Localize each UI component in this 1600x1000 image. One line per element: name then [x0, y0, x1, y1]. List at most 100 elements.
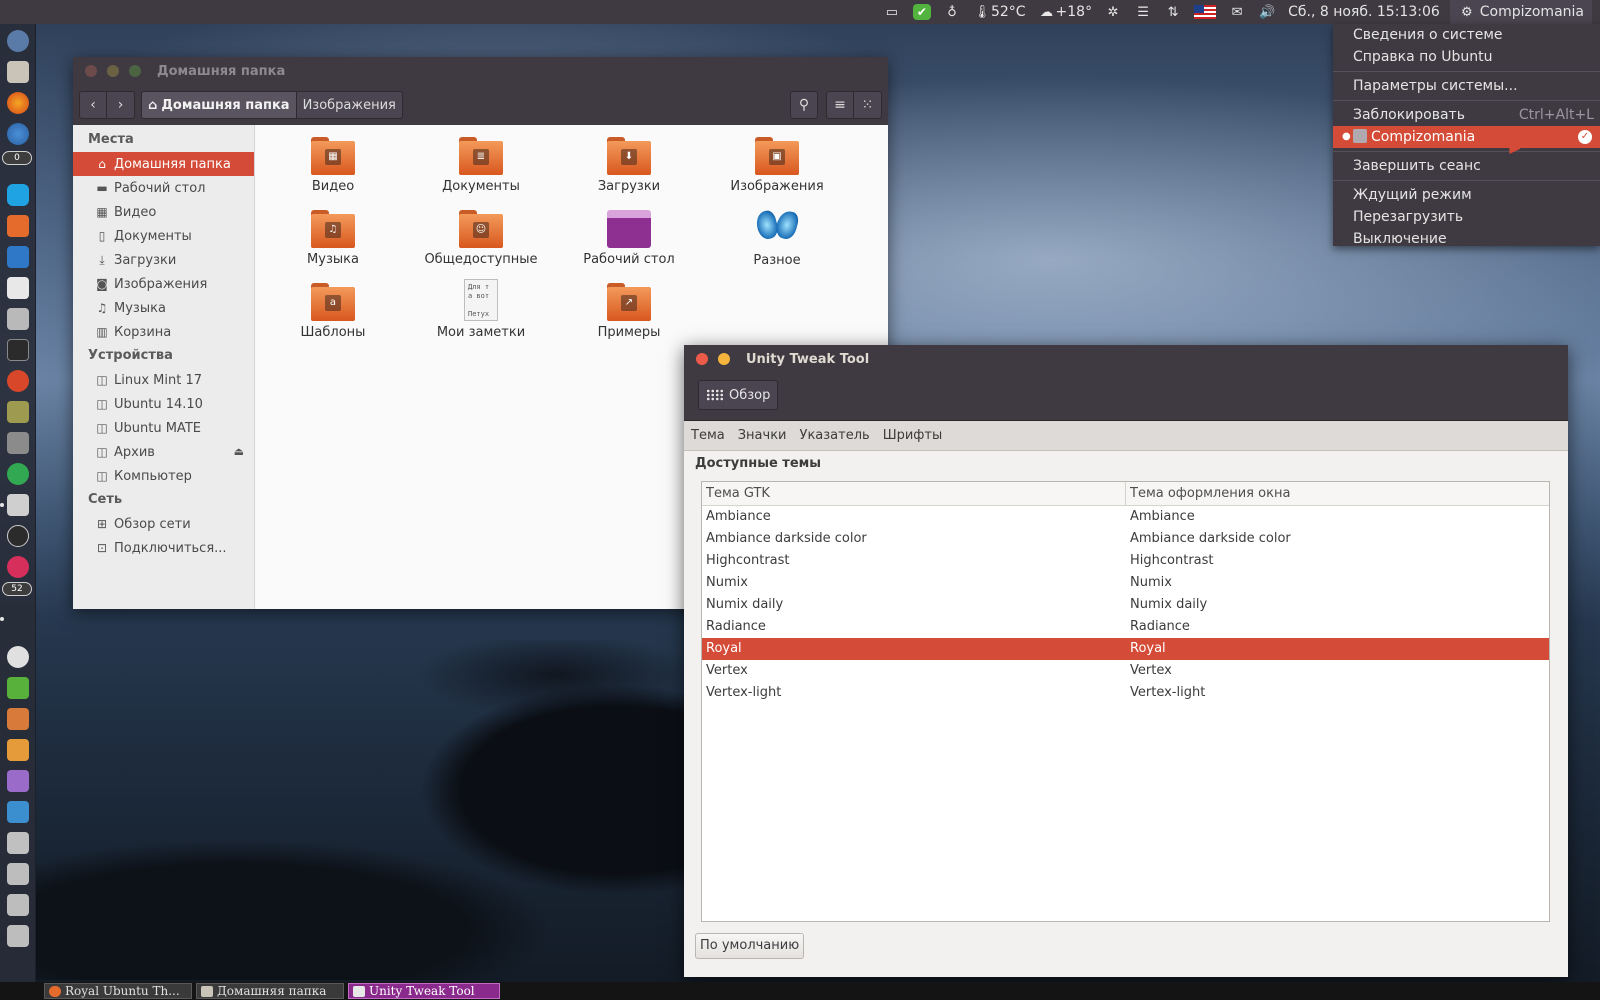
column-header-gtk[interactable]: Тема GTK	[702, 482, 1126, 505]
menu-item-logout[interactable]: Завершить сеанс	[1333, 155, 1600, 177]
file-item-desktop[interactable]: Рабочий стол	[564, 210, 694, 267]
table-row[interactable]: Ambiance darkside color Ambiance darkside…	[702, 528, 1549, 550]
window-titlebar[interactable]: Unity Tweak Tool	[684, 345, 1568, 373]
clock[interactable]: Сб., 8 нояб. 15:13:06	[1288, 4, 1440, 20]
sidebar-item-connect-server[interactable]: ⊡ Подключиться...	[73, 536, 254, 560]
tab-theme[interactable]: Тема	[691, 428, 725, 443]
session-menu-button[interactable]: ⚙ Compizomania	[1449, 0, 1592, 24]
browser-app-icon[interactable]	[7, 646, 29, 668]
table-row[interactable]: Numix daily Numix daily	[702, 594, 1549, 616]
sync-app-icon[interactable]	[7, 463, 29, 485]
sidebar-item-device[interactable]: ◫ Linux Mint 17	[73, 368, 254, 392]
sidebar-item-music[interactable]: ♫ Музыка	[73, 296, 254, 320]
sidebar-item-trash[interactable]: ▥ Корзина	[73, 320, 254, 344]
dash-home-icon[interactable]	[7, 30, 29, 52]
file-item-misc[interactable]: Разное	[712, 207, 842, 268]
sidebar-item-device[interactable]: ◫ Компьютер	[73, 464, 254, 488]
table-row-selected[interactable]: Royal Royal	[702, 638, 1549, 660]
maximize-button[interactable]	[129, 65, 141, 77]
green-app-icon[interactable]	[7, 677, 29, 699]
screenshot-icon[interactable]	[7, 308, 29, 330]
software-center-icon[interactable]	[7, 215, 29, 237]
menu-item-user-compizomania[interactable]: ● Compizomania ✓	[1333, 126, 1600, 148]
file-item-music[interactable]: ♫ Музыка	[268, 210, 398, 267]
sidebar-item-device[interactable]: ◫ Ubuntu MATE	[73, 416, 254, 440]
close-button[interactable]	[85, 65, 97, 77]
volume-icon[interactable]: 🔊	[1258, 4, 1276, 20]
sidebar-item-videos[interactable]: ▦ Видео	[73, 200, 254, 224]
task-button-browser[interactable]: Royal Ubuntu Th...	[44, 983, 192, 999]
image-viewer-icon[interactable]: ▭	[883, 4, 901, 20]
file-item-templates[interactable]: a Шаблоны	[268, 283, 398, 340]
window-titlebar[interactable]: Домашняя папка	[73, 57, 888, 85]
sidebar-item-browse-network[interactable]: ⊞ Обзор сети	[73, 512, 254, 536]
overview-button[interactable]: Обзор	[698, 380, 779, 410]
check-badge-icon[interactable]: ✔	[912, 4, 931, 20]
file-item-downloads[interactable]: ⬇ Загрузки	[564, 137, 694, 194]
breadcrumb-pictures[interactable]: Изображения	[296, 91, 403, 119]
menu-item-ubuntu-help[interactable]: Справка по Ubuntu	[1333, 46, 1600, 68]
menu-item-shutdown[interactable]: Выключение	[1333, 228, 1600, 250]
package-app-icon[interactable]	[7, 739, 29, 761]
updown-arrows-icon[interactable]: ⇅	[1164, 4, 1182, 20]
thunderbird-icon[interactable]	[7, 246, 29, 268]
eject-icon[interactable]: ⏏	[234, 440, 244, 464]
menu-item-system-info[interactable]: Сведения о системе	[1333, 24, 1600, 46]
sidebar-item-home[interactable]: ⌂ Домашняя папка	[73, 152, 254, 176]
grid-view-button[interactable]: ⁙	[854, 91, 882, 119]
sidebar-item-pictures[interactable]: ◙ Изображения	[73, 272, 254, 296]
menu-item-restart[interactable]: Перезагрузить	[1333, 206, 1600, 228]
archive-manager-icon[interactable]	[7, 401, 29, 423]
office-app-icon[interactable]	[7, 494, 29, 516]
menu-item-suspend[interactable]: Ждущий режим	[1333, 184, 1600, 206]
sidebar-item-documents[interactable]: ▯ Документы	[73, 224, 254, 248]
search-button[interactable]: ⚲	[790, 91, 818, 119]
media-player-icon[interactable]	[7, 556, 29, 578]
update-manager-icon[interactable]	[7, 525, 29, 547]
install-app-icon[interactable]	[7, 832, 29, 854]
file-item-videos[interactable]: ▦ Видео	[268, 137, 398, 194]
list-view-button[interactable]: ≡	[826, 91, 854, 119]
menu-item-system-settings[interactable]: Параметры системы...	[1333, 75, 1600, 97]
files-icon[interactable]	[7, 61, 29, 83]
sidebar-item-desktop[interactable]: ▬ Рабочий стол	[73, 176, 254, 200]
close-button[interactable]	[696, 353, 708, 365]
table-row[interactable]: Vertex Vertex	[702, 660, 1549, 682]
mail-icon[interactable]: ✉	[1228, 4, 1246, 20]
terminal-icon[interactable]	[7, 339, 29, 361]
minimize-button[interactable]	[107, 65, 119, 77]
back-button[interactable]: ‹	[79, 91, 107, 119]
image-viewer-app-icon[interactable]	[7, 432, 29, 454]
task-button-files[interactable]: Домашняя папка	[196, 983, 344, 999]
menu-item-lock[interactable]: Заблокировать Ctrl+Alt+L	[1333, 104, 1600, 126]
column-header-window-theme[interactable]: Тема оформления окна	[1126, 482, 1290, 505]
table-row[interactable]: Highcontrast Highcontrast	[702, 550, 1549, 572]
sidebar-item-device[interactable]: ◫ Ubuntu 14.10	[73, 392, 254, 416]
file-item-pictures[interactable]: ▣ Изображения	[712, 137, 842, 194]
tab-cursor[interactable]: Указатель	[800, 428, 870, 443]
table-row[interactable]: Vertex-light Vertex-light	[702, 682, 1549, 704]
file-item-notes[interactable]: Для т а вот Петух Мои заметки	[416, 279, 546, 340]
tv-app-icon[interactable]	[7, 801, 29, 823]
restore-defaults-button[interactable]: По умолчанию	[695, 933, 805, 959]
table-row[interactable]: Numix Numix	[702, 572, 1549, 594]
tab-fonts[interactable]: Шрифты	[883, 428, 943, 443]
us-flag-icon[interactable]	[1194, 5, 1217, 19]
skype-icon[interactable]	[7, 184, 29, 206]
file-item-documents[interactable]: ≣ Документы	[416, 137, 546, 194]
image-editor-icon[interactable]	[7, 708, 29, 730]
table-row[interactable]: Ambiance Ambiance	[702, 506, 1549, 528]
firefox-icon[interactable]	[7, 92, 29, 114]
cpu-temp-indicator[interactable]: 🌡 52°C	[973, 4, 1026, 20]
forward-button[interactable]: ›	[107, 91, 135, 119]
menu-list-icon[interactable]: ☰	[1134, 4, 1152, 20]
drive-icon[interactable]	[7, 894, 29, 916]
weather-indicator[interactable]: ☁ +18°	[1038, 4, 1092, 20]
tab-icons[interactable]: Значки	[738, 428, 787, 443]
file-item-public[interactable]: ☺ Общедоступные	[416, 210, 546, 267]
task-button-tweak-tool[interactable]: Unity Tweak Tool	[348, 983, 500, 999]
drive-icon[interactable]	[7, 925, 29, 947]
system-settings-icon[interactable]	[7, 370, 29, 392]
minimize-button[interactable]	[718, 353, 730, 365]
table-row[interactable]: Radiance Radiance	[702, 616, 1549, 638]
